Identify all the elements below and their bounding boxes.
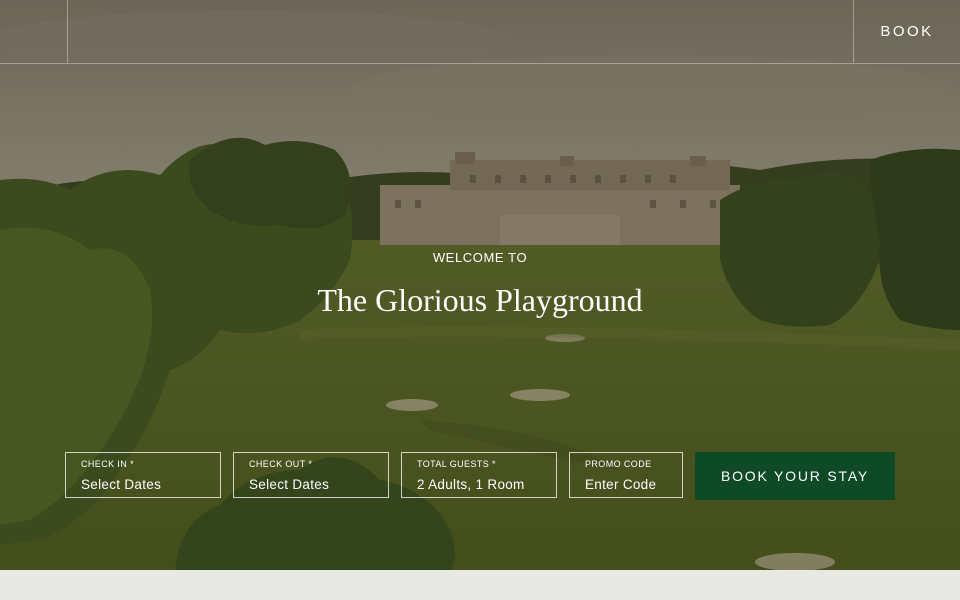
top-navigation-bar: BOOK <box>0 0 960 64</box>
total-guests-value: 2 Adults, 1 Room <box>417 477 525 492</box>
content-band <box>0 570 960 600</box>
promo-code-label: PROMO CODE <box>585 459 652 469</box>
hero-section: BOOK WELCOME TO The Glorious Playground … <box>0 0 960 570</box>
header-book-button[interactable]: BOOK <box>853 0 960 63</box>
check-out-field[interactable]: CHECK OUT * Select Dates <box>233 452 389 498</box>
book-your-stay-button[interactable]: BOOK YOUR STAY <box>695 452 895 500</box>
promo-code-input[interactable]: Enter Code <box>585 477 682 492</box>
total-guests-field[interactable]: TOTAL GUESTS * 2 Adults, 1 Room <box>401 452 557 498</box>
check-out-value: Select Dates <box>249 477 330 492</box>
hero-title: The Glorious Playground <box>317 282 643 318</box>
hero-eyebrow: WELCOME TO <box>432 250 528 265</box>
header-book-label: BOOK <box>880 23 934 40</box>
check-in-label: CHECK IN * <box>81 459 135 469</box>
promo-code-field[interactable]: PROMO CODE Enter Code <box>569 452 683 498</box>
total-guests-label: TOTAL GUESTS * <box>417 459 496 469</box>
menu-cell[interactable] <box>0 0 68 63</box>
check-out-label: CHECK OUT * <box>249 459 313 469</box>
check-in-field[interactable]: CHECK IN * Select Dates <box>65 452 221 498</box>
check-in-value: Select Dates <box>81 477 162 492</box>
